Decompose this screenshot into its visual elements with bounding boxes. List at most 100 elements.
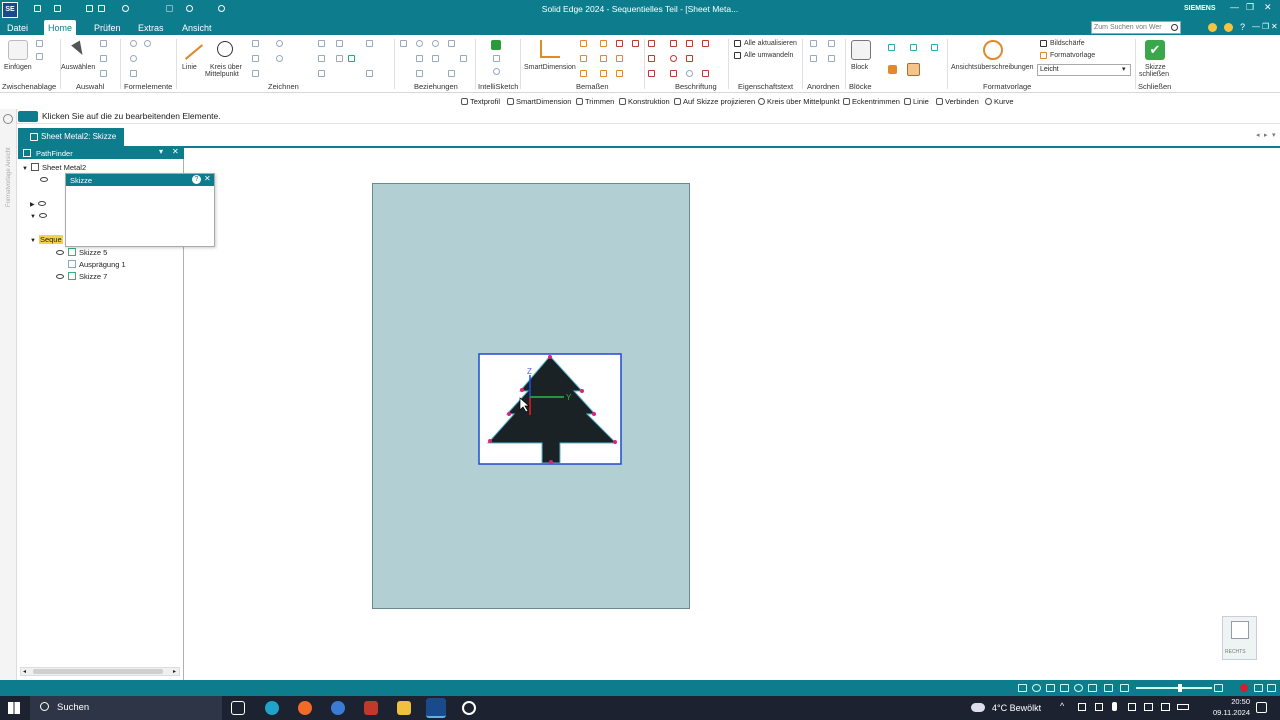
prompt-icon[interactable]	[18, 111, 38, 122]
gear-icon[interactable]	[3, 114, 13, 124]
move-icon[interactable]	[336, 55, 343, 62]
smart-dimension-button[interactable]: SmartDimension	[524, 64, 576, 71]
zoom-slider[interactable]	[1136, 684, 1212, 692]
folder-icon[interactable]	[397, 701, 411, 715]
dim-10-icon[interactable]	[616, 70, 623, 77]
handle[interactable]	[613, 440, 617, 444]
annotations-icon[interactable]	[983, 40, 1003, 60]
view-2-icon[interactable]	[910, 44, 917, 51]
expand-icon[interactable]: ▶	[30, 202, 35, 208]
select-mode-icon[interactable]	[100, 55, 107, 62]
pathfinder-hscroll[interactable]: ◂ ▸	[20, 667, 180, 676]
select-tool-icon[interactable]	[100, 40, 107, 47]
eye-icon[interactable]	[40, 177, 48, 182]
status-icon-1[interactable]	[1214, 684, 1223, 692]
circle-icon[interactable]	[217, 41, 233, 57]
start-icon[interactable]	[8, 702, 20, 714]
tab-scroll-left-icon[interactable]: ◂	[1256, 131, 1260, 139]
display-icon[interactable]	[1104, 684, 1113, 692]
tree-item-sketch-7[interactable]: Skizze 7	[56, 272, 107, 281]
view-cube[interactable]: RECHTS	[1222, 616, 1257, 660]
tree-row-hidden-3[interactable]: ▼	[30, 211, 51, 220]
dim-1-icon[interactable]	[580, 40, 587, 47]
view-orient-icon[interactable]	[1088, 684, 1097, 692]
stretch-icon[interactable]	[366, 70, 373, 77]
cmd-verbinden[interactable]: Verbinden	[936, 97, 979, 106]
pattern-icon[interactable]	[366, 40, 373, 47]
dim-7-icon[interactable]	[616, 55, 623, 62]
side-vertical-text[interactable]: Formatvorlage Ansicht	[6, 137, 12, 207]
tray-icon-2[interactable]	[1095, 703, 1103, 711]
clock-date[interactable]: 09.11.2024	[1200, 708, 1250, 717]
block-icon[interactable]	[851, 40, 871, 60]
shaded-edges-icon[interactable]	[907, 63, 920, 76]
dim-5-icon[interactable]	[580, 55, 587, 62]
tab-list-icon[interactable]: ▾	[1272, 131, 1276, 139]
search-box[interactable]	[1091, 21, 1181, 34]
customize-icon[interactable]	[218, 5, 225, 12]
paste-icon[interactable]	[8, 40, 28, 60]
tree-row-hidden-1[interactable]	[40, 175, 52, 184]
dim-9-icon[interactable]	[600, 70, 607, 77]
form-element-icon[interactable]	[130, 40, 137, 47]
scroll-right-icon[interactable]: ▸	[173, 668, 176, 675]
collapse-icon[interactable]: ▼	[30, 238, 36, 244]
annot-5-icon[interactable]	[648, 55, 655, 62]
relation-6-icon[interactable]	[432, 55, 439, 62]
tree-item-sequential[interactable]: ▼ Seque	[30, 235, 63, 244]
update-all-button[interactable]: Alle aktualisieren	[744, 40, 797, 47]
arrange-1-icon[interactable]	[810, 40, 817, 47]
rotate-icon[interactable]	[318, 70, 325, 77]
section-icon[interactable]	[1120, 684, 1129, 692]
chevron-down-icon[interactable]: ▾	[1122, 65, 1126, 73]
dim-8-icon[interactable]	[580, 70, 587, 77]
rectangle-icon[interactable]	[252, 40, 259, 47]
form-element-3-icon[interactable]	[130, 55, 137, 62]
relation-7-icon[interactable]	[460, 55, 467, 62]
weather-text[interactable]: 4°C Bewölkt	[992, 703, 1041, 713]
annot-9-icon[interactable]	[670, 70, 677, 77]
mic-icon[interactable]	[1112, 702, 1117, 711]
arrange-3-icon[interactable]	[810, 55, 817, 62]
tree-root[interactable]: ▼ Sheet Metal2	[22, 163, 86, 172]
format-template-icon[interactable]	[1040, 52, 1047, 59]
print-icon[interactable]	[98, 5, 105, 12]
edge-icon[interactable]	[265, 701, 279, 715]
annot-2-icon[interactable]	[670, 40, 677, 47]
ribbon-minimize-icon[interactable]: —	[1252, 22, 1260, 31]
relation-2-icon[interactable]	[416, 40, 423, 47]
intellisketch-2-icon[interactable]	[493, 55, 500, 62]
cmd-trimmen[interactable]: Trimmen	[576, 97, 614, 106]
handle[interactable]	[592, 412, 596, 416]
circle-button-line-2[interactable]: Mittelpunkt	[205, 71, 239, 78]
handle[interactable]	[549, 460, 553, 464]
app-logo[interactable]: SE	[2, 2, 18, 18]
update-all-icon[interactable]	[734, 40, 741, 47]
redo-icon[interactable]	[186, 5, 193, 12]
sharpness-icon[interactable]	[1040, 40, 1047, 47]
scroll-left-icon[interactable]: ◂	[23, 668, 26, 675]
settings-icon[interactable]	[122, 5, 129, 12]
doc-close-icon[interactable]: ✕	[1271, 22, 1278, 31]
annot-8-icon[interactable]	[648, 70, 655, 77]
select-arrow-icon[interactable]	[71, 40, 87, 58]
annot-3-icon[interactable]	[686, 40, 693, 47]
handle[interactable]	[580, 389, 584, 393]
dim-6-icon[interactable]	[600, 55, 607, 62]
dim-4-icon[interactable]	[632, 40, 639, 47]
new-file-icon[interactable]	[34, 5, 41, 12]
dim-2-icon[interactable]	[600, 40, 607, 47]
clock-time[interactable]: 20:50	[1206, 697, 1250, 706]
weather-icon[interactable]	[971, 703, 985, 712]
relation-1-icon[interactable]	[400, 40, 407, 47]
menu-extras[interactable]: Extras	[138, 23, 164, 33]
handle[interactable]	[520, 388, 524, 392]
help-circle-icon[interactable]: ?	[192, 175, 201, 184]
collapse-icon[interactable]: ▼	[22, 166, 28, 172]
notification-icon[interactable]	[1256, 702, 1267, 713]
app-icon[interactable]	[364, 701, 378, 715]
relation-8-icon[interactable]	[416, 70, 423, 77]
mirror-icon[interactable]	[318, 55, 325, 62]
document-tab[interactable]: Sheet Metal2: Skizze	[18, 128, 124, 146]
annot-11-icon[interactable]	[702, 70, 709, 77]
